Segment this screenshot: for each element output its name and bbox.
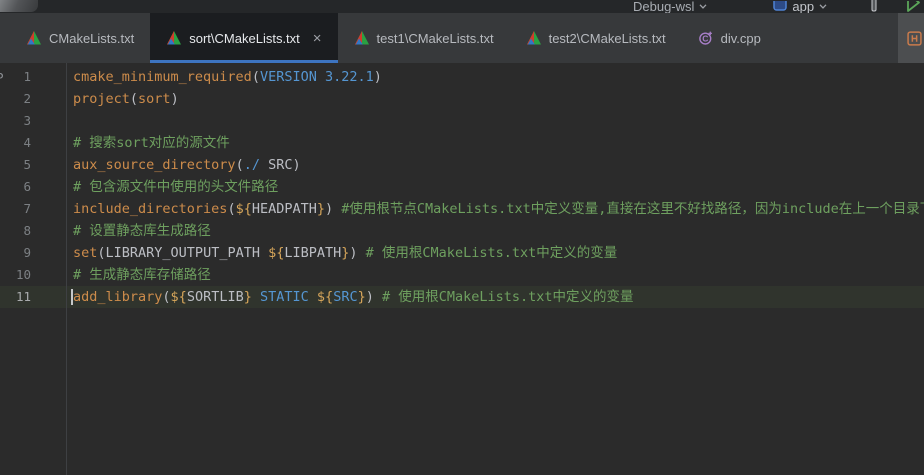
- code-line-text[interactable]: # 包含源文件中使用的头文件路径: [73, 176, 278, 198]
- ide-window: Debug-wsl app CMakeLists.txt sort\CMakeL…: [0, 0, 924, 475]
- tab-cmakelists-txt[interactable]: CMakeLists.txt: [10, 13, 150, 63]
- text-caret: [71, 289, 73, 305]
- tab-close-icon[interactable]: ×: [313, 31, 322, 46]
- code-line-row: 9 set(LIBRARY_OUTPUT_PATH ${LIBPATH}) # 使…: [0, 242, 924, 264]
- svg-text:C: C: [702, 33, 708, 43]
- run-config-selector[interactable]: Debug-wsl: [633, 0, 707, 13]
- code-line-text[interactable]: cmake_minimum_required(VERSION 3.22.1): [73, 66, 382, 88]
- tab-label: CMakeLists.txt: [49, 31, 134, 46]
- run-target-selector[interactable]: app: [773, 0, 827, 13]
- window-corner-highlight: [0, 0, 38, 12]
- tab-div-cpp[interactable]: C div.cpp: [682, 13, 777, 63]
- code-line-text[interactable]: # 设置静态库生成路径: [73, 220, 211, 242]
- code-line-text[interactable]: include_directories(${HEADPATH}) #使用根节点C…: [73, 198, 924, 220]
- code-line-text[interactable]: aux_source_directory(./ SRC): [73, 154, 301, 176]
- line-number[interactable]: 5: [0, 154, 31, 176]
- build-hammer-icon[interactable]: [869, 0, 879, 12]
- code-line-text[interactable]: # 搜索sort对应的源文件: [73, 132, 230, 154]
- code-line-row: 4 # 搜索sort对应的源文件: [0, 132, 924, 154]
- run-target-label: app: [792, 0, 814, 13]
- code-line-row: 2 project(sort): [0, 88, 924, 110]
- chevron-down-icon: [699, 4, 707, 9]
- cmake-file-icon: [26, 30, 42, 46]
- code-line-row: 7 include_directories(${HEADPATH}) #使用根节点…: [0, 198, 924, 220]
- line-number[interactable]: 2: [0, 88, 31, 110]
- cpp-file-icon: C: [698, 30, 714, 46]
- cmake-file-icon: [526, 30, 542, 46]
- cmake-file-icon: [354, 30, 370, 46]
- tab-label: sort\CMakeLists.txt: [189, 31, 300, 46]
- code-line-row: 3: [0, 110, 924, 132]
- line-number[interactable]: 9: [0, 242, 31, 264]
- line-number[interactable]: 1: [0, 66, 31, 88]
- gutter-separator: [66, 63, 67, 475]
- code-lines: 1cmake_minimum_required(VERSION 3.22.1)2…: [0, 66, 924, 308]
- run-button-icon[interactable]: [906, 1, 921, 12]
- line-number[interactable]: 3: [0, 110, 31, 132]
- code-line-text[interactable]: add_library(${SORTLIB} STATIC ${SRC}) # …: [73, 286, 634, 308]
- code-line-text[interactable]: project(sort): [73, 88, 179, 110]
- cmake-file-icon: [166, 30, 182, 46]
- tab-label: test2\CMakeLists.txt: [549, 31, 666, 46]
- code-line-row: 8 # 设置静态库生成路径: [0, 220, 924, 242]
- header-file-icon: [907, 31, 922, 46]
- main-toolbar: Debug-wsl app: [0, 0, 924, 13]
- code-editor[interactable]: P 1 cmake_minimum_required(VERSION 3.22.1…: [0, 63, 924, 475]
- code-line-row: 11 add_library(${SORTLIB} STATIC ${SRC}) …: [0, 286, 924, 308]
- tab-add-cpp[interactable]: [898, 13, 924, 63]
- chevron-down-icon: [819, 4, 827, 9]
- run-config-label: Debug-wsl: [633, 0, 694, 13]
- editor-tab-bar: CMakeLists.txt sort\CMakeLists.txt × test…: [0, 13, 924, 63]
- clipped-tool-window-letter: P: [0, 70, 4, 85]
- code-line-row: 10 # 生成静态库存储路径: [0, 264, 924, 286]
- line-number[interactable]: 4: [0, 132, 31, 154]
- code-line-row: 5 aux_source_directory(./ SRC): [0, 154, 924, 176]
- tab-sort-cmakelists-txt[interactable]: sort\CMakeLists.txt ×: [150, 13, 337, 63]
- line-number[interactable]: 7: [0, 198, 31, 220]
- tab-label: div.cpp: [721, 31, 761, 46]
- app-window-icon: [773, 1, 787, 11]
- code-line-text[interactable]: # 生成静态库存储路径: [73, 264, 211, 286]
- line-number[interactable]: 11: [0, 286, 31, 308]
- code-line-row: 1 cmake_minimum_required(VERSION 3.22.1): [0, 66, 924, 88]
- line-number[interactable]: 6: [0, 176, 31, 198]
- tab-test2-cmakelists-txt[interactable]: test2\CMakeLists.txt: [510, 13, 682, 63]
- tab-test1-cmakelists-txt[interactable]: test1\CMakeLists.txt: [338, 13, 510, 63]
- code-line-row: 6 # 包含源文件中使用的头文件路径: [0, 176, 924, 198]
- tab-label: test1\CMakeLists.txt: [377, 31, 494, 46]
- toolbar-run-widgets: Debug-wsl app: [633, 0, 921, 13]
- line-number[interactable]: 8: [0, 220, 31, 242]
- line-number[interactable]: 10: [0, 264, 31, 286]
- code-line-text[interactable]: set(LIBRARY_OUTPUT_PATH ${LIBPATH}) # 使用…: [73, 242, 617, 264]
